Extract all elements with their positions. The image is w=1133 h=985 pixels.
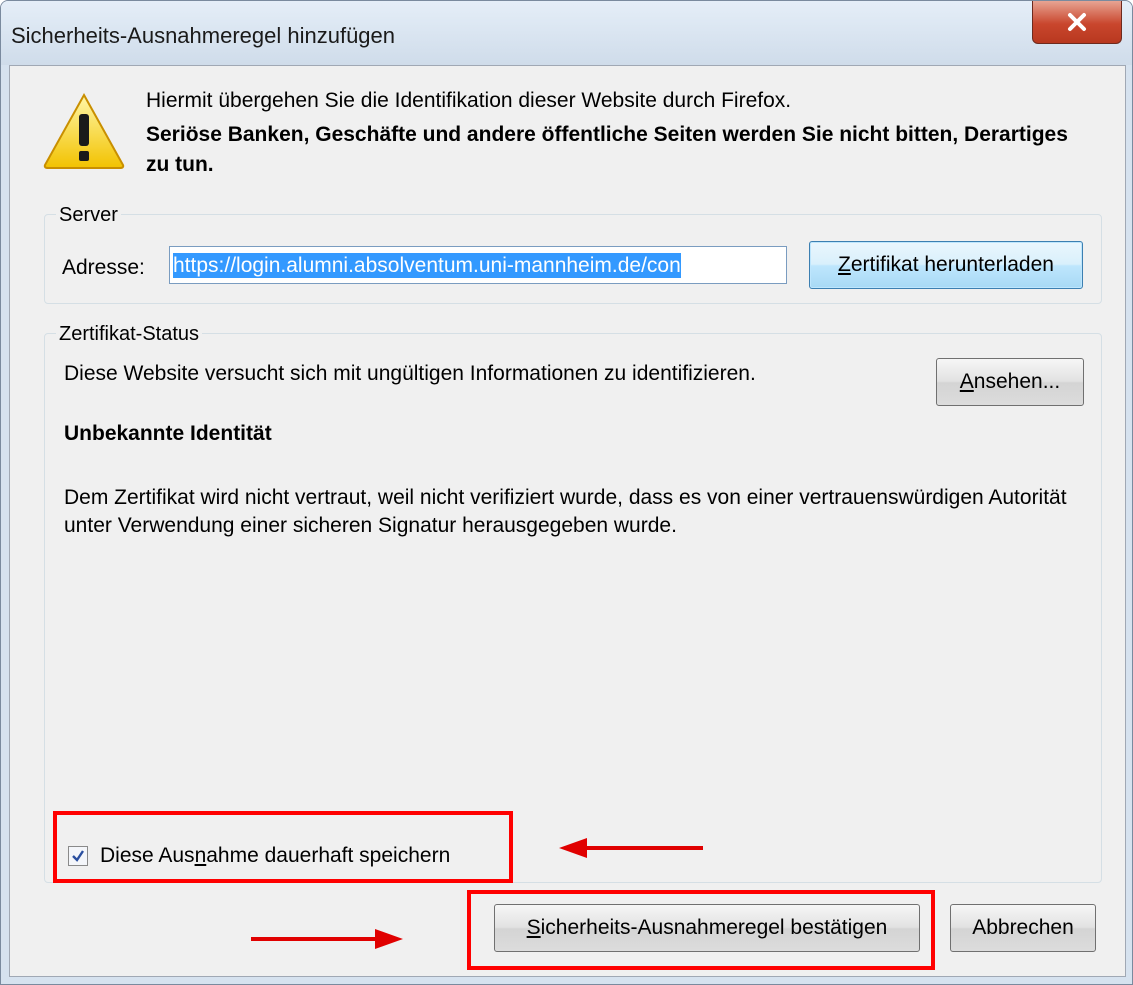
security-exception-dialog: Sicherheits-Ausnahmeregel hinzufügen Hie… <box>0 0 1133 985</box>
confirm-highlight-box <box>467 890 935 970</box>
view-label: nsehen... <box>973 370 1061 393</box>
address-label: Adresse: <box>62 256 145 279</box>
certificate-description: Dem Zertifikat wird nicht vertraut, weil… <box>64 486 1067 537</box>
dialog-title: Sicherheits-Ausnahmeregel hinzufügen <box>11 23 396 48</box>
titlebar: Sicherheits-Ausnahmeregel hinzufügen <box>1 1 1132 65</box>
warning-icon <box>43 92 125 169</box>
intro-line1: Hiermit übergehen Sie die Identifikation… <box>146 89 792 112</box>
left-arrow-icon <box>559 838 703 858</box>
address-value: https://login.alumni.absolventum.uni-man… <box>173 253 681 278</box>
server-group-label: Server <box>56 204 121 227</box>
view-mnemonic: A <box>959 370 974 393</box>
unknown-identity-title: Unbekannte Identität <box>64 422 272 445</box>
close-button[interactable] <box>1032 1 1122 44</box>
intro-text: Hiermit übergehen Sie die Identifikation… <box>146 86 1096 180</box>
download-label: ertifikat herunterladen <box>850 253 1054 276</box>
download-certificate-button[interactable]: Zertifikat herunterladen <box>809 241 1083 289</box>
cancel-button[interactable]: Abbrechen <box>950 904 1096 952</box>
certificate-status-label: Zertifikat-Status <box>56 323 203 346</box>
checkbox-highlight-box <box>53 811 513 883</box>
download-mnemonic: Z <box>838 253 851 276</box>
close-icon <box>1068 13 1086 31</box>
address-input[interactable]: https://login.alumni.absolventum.uni-man… <box>169 246 787 284</box>
right-arrow-icon <box>251 929 403 949</box>
certificate-status-group <box>44 333 1102 883</box>
view-button[interactable]: Ansehen... <box>936 358 1084 406</box>
status-text: Diese Website versucht sich mit ungültig… <box>64 362 756 385</box>
intro-warning: Seriöse Banken, Geschäfte und andere öff… <box>146 123 1068 176</box>
